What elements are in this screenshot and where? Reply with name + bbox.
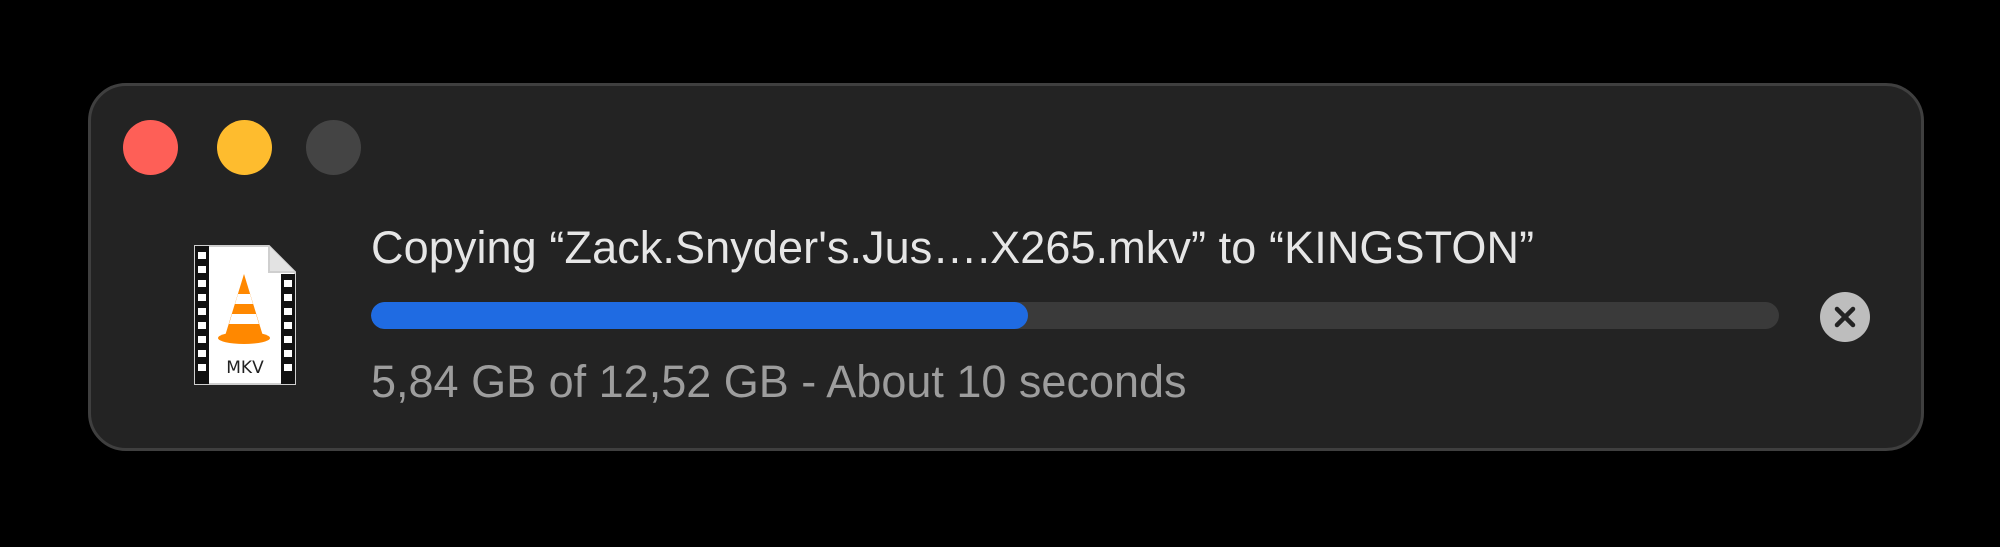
window-minimize-button[interactable] [217, 120, 272, 175]
copy-progress-window: MKV Copying “Zack.Snyder's.Jus….X265.mkv… [88, 83, 1924, 451]
copy-status-text: 5,84 GB of 12,52 GB - About 10 seconds [371, 356, 1187, 407]
window-zoom-button [306, 120, 361, 175]
cancel-copy-button[interactable] [1820, 292, 1870, 342]
file-type-label: MKV [226, 358, 264, 378]
close-icon [1834, 306, 1856, 328]
copy-progress-bar [371, 302, 1779, 329]
copy-title: Copying “Zack.Snyder's.Jus….X265.mkv” to… [371, 222, 1535, 273]
window-close-button[interactable] [123, 120, 178, 175]
copy-progress-fill [371, 302, 1028, 329]
mkv-file-icon: MKV [189, 244, 299, 386]
